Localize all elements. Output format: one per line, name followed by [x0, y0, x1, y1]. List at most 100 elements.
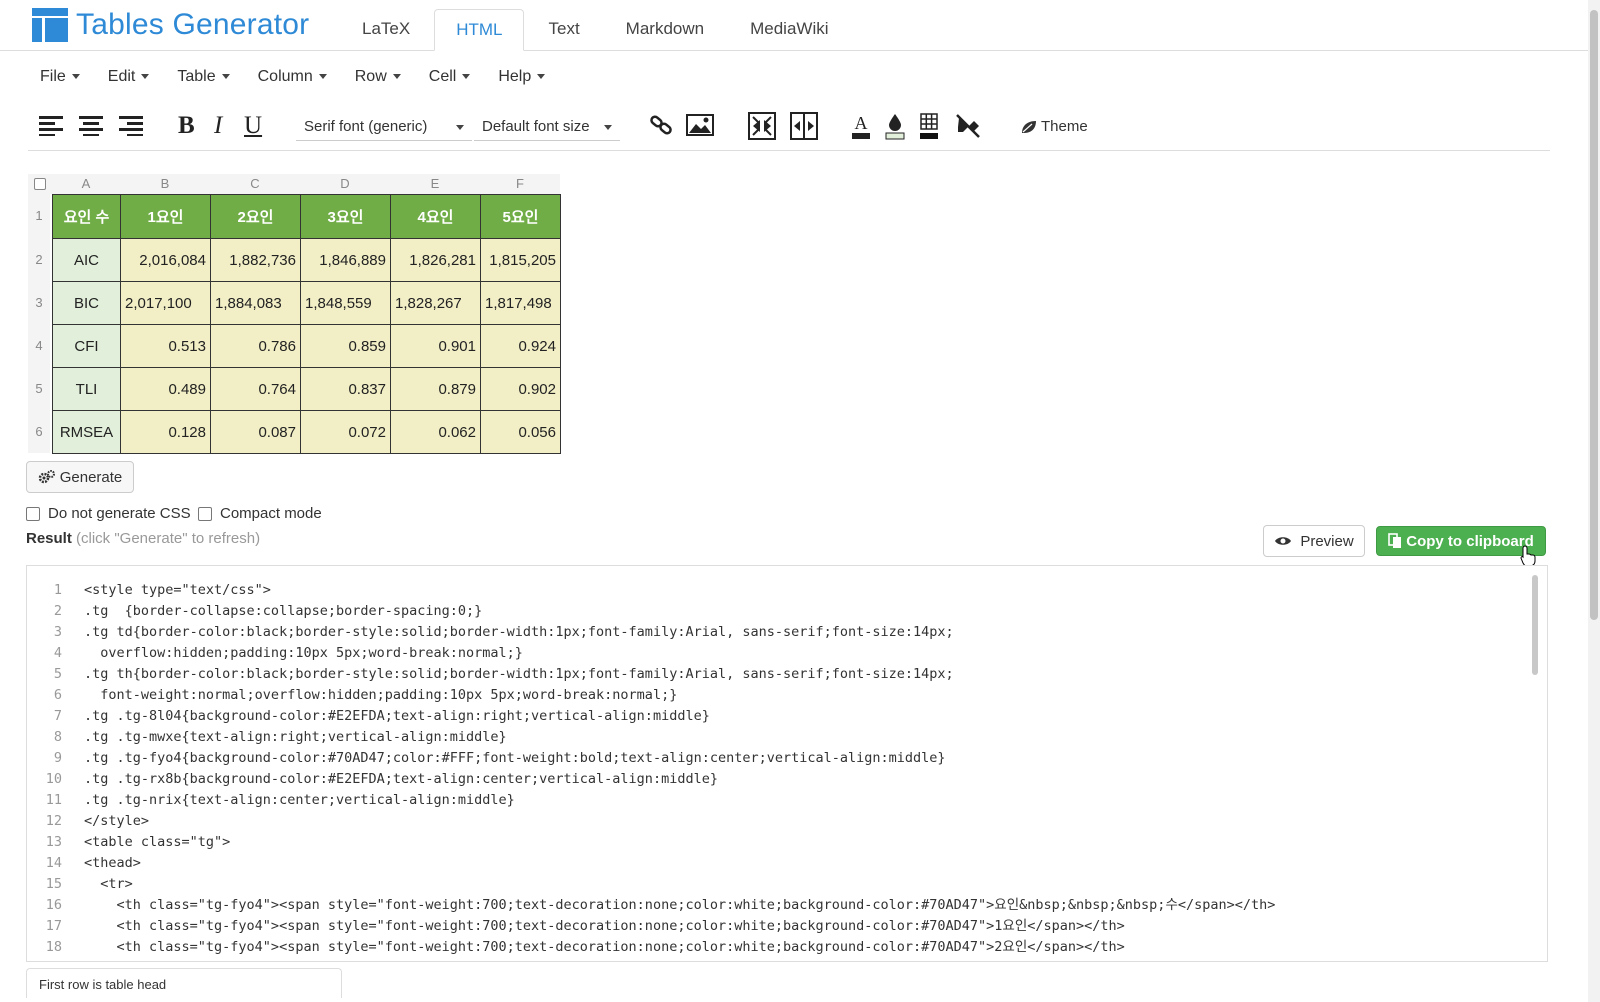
column-header[interactable]: E — [390, 174, 480, 194]
link-button[interactable] — [648, 112, 674, 138]
image-button[interactable] — [686, 112, 714, 138]
table-cell-header[interactable]: 3요인 — [300, 194, 391, 239]
table-cell[interactable]: 0.062 — [390, 410, 481, 454]
table-cell[interactable]: 0.879 — [390, 367, 481, 411]
row-header[interactable]: 3 — [28, 281, 50, 324]
table-cell[interactable]: 0.128 — [120, 410, 211, 454]
select-all-checkbox[interactable] — [34, 178, 46, 190]
tab-mediawiki[interactable]: MediaWiki — [728, 8, 850, 50]
row-header[interactable]: 5 — [28, 367, 50, 410]
code-line: 15 <tr> — [45, 876, 133, 892]
table-cell-label[interactable]: RMSEA — [52, 410, 121, 454]
row-header[interactable]: 1 — [28, 194, 50, 238]
table-cell[interactable]: 1,846,889 — [300, 238, 391, 282]
table-cell[interactable]: 2,017,100 — [120, 281, 211, 325]
page-scrollbar-thumb[interactable] — [1590, 10, 1598, 620]
format-tabs: LaTeX HTML Text Markdown MediaWiki — [340, 8, 853, 51]
page-scrollbar[interactable] — [1588, 0, 1600, 1002]
table-cell[interactable]: 1,815,205 — [480, 238, 561, 282]
table-cell[interactable]: 0.901 — [390, 324, 481, 368]
row-header[interactable]: 6 — [28, 410, 50, 453]
table-cell-header[interactable]: 요인 수 — [52, 194, 121, 239]
code-scrollbar[interactable] — [1532, 575, 1538, 675]
table-cell-header[interactable]: 1요인 — [120, 194, 211, 239]
table-cell[interactable]: 0.489 — [120, 367, 211, 411]
table-cell[interactable]: 0.072 — [300, 410, 391, 454]
table-cell[interactable]: 1,828,267 — [390, 281, 481, 325]
table-cell[interactable]: 0.786 — [210, 324, 301, 368]
menu-row[interactable]: Row — [343, 64, 413, 90]
table-cell-header[interactable]: 5요인 — [480, 194, 561, 239]
menu-table[interactable]: Table — [165, 64, 241, 90]
table-cell[interactable]: 0.056 — [480, 410, 561, 454]
theme-button[interactable]: Theme — [1020, 118, 1088, 135]
menu-bar: File Edit Table Column Row Cell Help — [28, 64, 561, 90]
table-cell-header[interactable]: 2요인 — [210, 194, 301, 239]
table-cell[interactable]: 0.087 — [210, 410, 301, 454]
column-header[interactable]: C — [210, 174, 300, 194]
no-css-checkbox[interactable]: Do not generate CSS — [26, 505, 191, 522]
compact-mode-checkbox[interactable]: Compact mode — [198, 505, 322, 522]
table-cell[interactable]: 0.837 — [300, 367, 391, 411]
row-header[interactable]: 4 — [28, 324, 50, 367]
table-cell[interactable]: 0.764 — [210, 367, 301, 411]
column-header[interactable]: A — [52, 174, 120, 194]
font-size-select[interactable]: Default font size — [474, 114, 620, 141]
border-color-button[interactable] — [918, 112, 940, 140]
select-all-corner[interactable] — [28, 174, 52, 194]
preview-button[interactable]: Preview — [1263, 525, 1365, 557]
table-cell[interactable]: 1,848,559 — [300, 281, 391, 325]
menu-edit[interactable]: Edit — [96, 64, 162, 90]
row-header[interactable]: 2 — [28, 238, 50, 281]
table-cell[interactable]: 0.859 — [300, 324, 391, 368]
code-output[interactable]: 1 <style type="text/css"> 2 .tg {border-co… — [26, 565, 1548, 962]
merge-cells-button[interactable] — [748, 112, 776, 140]
table-cell[interactable]: 0.902 — [480, 367, 561, 411]
table-cell[interactable]: 1,884,083 — [210, 281, 301, 325]
logo[interactable]: Tables Generator — [32, 8, 309, 42]
table-cell[interactable]: 0.513 — [120, 324, 211, 368]
align-center-button[interactable] — [78, 112, 104, 138]
code-line: 18 <th class="tg-fyo4"><span style="font… — [45, 939, 1125, 955]
column-header[interactable]: F — [480, 174, 560, 194]
italic-button[interactable]: I — [214, 112, 222, 140]
gears-icon — [38, 470, 55, 484]
chevron-down-icon — [537, 74, 546, 80]
align-left-button[interactable] — [38, 112, 64, 138]
menu-file[interactable]: File — [28, 64, 92, 90]
table-cell[interactable]: 1,826,281 — [390, 238, 481, 282]
align-right-button[interactable] — [118, 112, 144, 138]
table-cell-header[interactable]: 4요인 — [390, 194, 481, 239]
table-cell[interactable]: 2,016,084 — [120, 238, 211, 282]
clear-formatting-button[interactable] — [954, 112, 982, 140]
generate-button[interactable]: Generate — [26, 461, 134, 493]
table-cell-label[interactable]: CFI — [52, 324, 121, 368]
svg-text:A: A — [855, 113, 868, 133]
table-cell-label[interactable]: AIC — [52, 238, 121, 282]
table-cell[interactable]: 0.924 — [480, 324, 561, 368]
background-color-button[interactable] — [884, 112, 906, 140]
align-right-icon — [119, 116, 143, 136]
table-cell[interactable]: 1,817,498 — [480, 281, 561, 325]
table-cell-label[interactable]: TLI — [52, 367, 121, 411]
menu-column[interactable]: Column — [246, 64, 339, 90]
menu-help[interactable]: Help — [486, 64, 557, 90]
text-color-button[interactable]: A — [850, 112, 872, 140]
split-cells-icon — [790, 112, 818, 140]
tab-text[interactable]: Text — [526, 8, 601, 50]
underline-button[interactable]: U — [244, 112, 262, 140]
table-cell[interactable]: 1,882,736 — [210, 238, 301, 282]
tab-latex[interactable]: LaTeX — [340, 8, 432, 50]
checkbox[interactable] — [26, 506, 40, 521]
column-header[interactable]: D — [300, 174, 390, 194]
menu-cell[interactable]: Cell — [417, 64, 483, 90]
bold-button[interactable]: B — [178, 112, 195, 140]
table-head-option[interactable]: First row is table head — [26, 968, 342, 998]
column-header[interactable]: B — [120, 174, 210, 194]
font-family-select[interactable]: Serif font (generic) — [296, 114, 472, 141]
tab-html[interactable]: HTML — [434, 9, 525, 51]
table-cell-label[interactable]: BIC — [52, 281, 121, 325]
tab-markdown[interactable]: Markdown — [604, 8, 726, 50]
checkbox[interactable] — [198, 506, 212, 521]
split-cells-button[interactable] — [790, 112, 818, 140]
